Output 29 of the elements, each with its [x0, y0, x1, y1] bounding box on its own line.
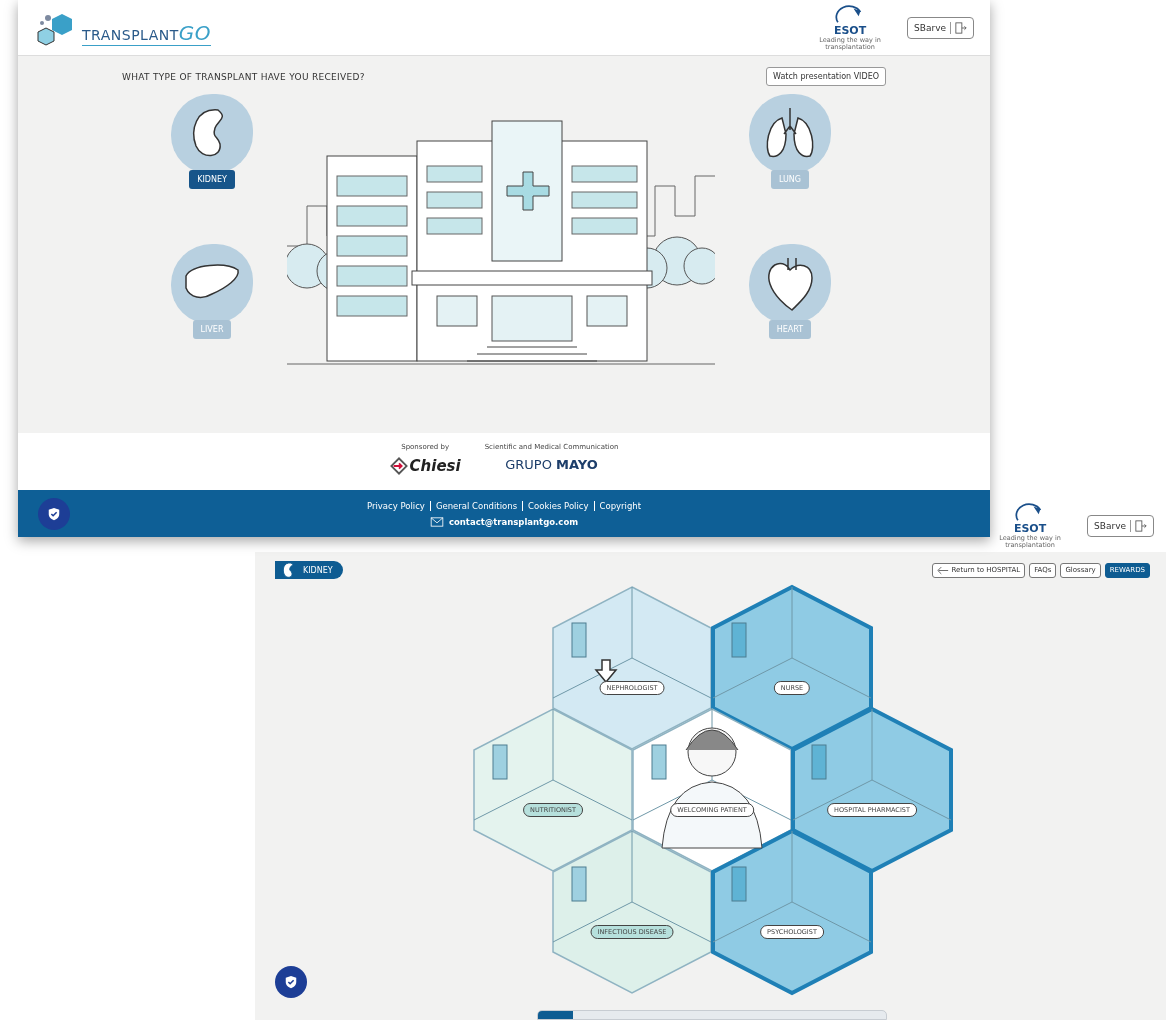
email-link[interactable]: contact@transplantgo.com: [448, 516, 579, 527]
shield-icon: [47, 507, 61, 521]
chiesi-wordmark: Chiesi: [409, 457, 461, 475]
envelope-icon: [429, 516, 444, 527]
organ-tab[interactable]: KIDNEY: [189, 170, 235, 189]
esot-name: ESOT: [1013, 523, 1047, 535]
privacy-button[interactable]: [38, 498, 70, 530]
room-drawing[interactable]: [711, 828, 873, 996]
footer-link[interactable]: Copyright: [599, 500, 642, 511]
logout-icon: [1130, 520, 1147, 532]
room-drawing[interactable]: [711, 584, 873, 752]
user-button[interactable]: SBarve: [1087, 515, 1154, 537]
organ-badge[interactable]: KIDNEY: [275, 561, 343, 579]
footer-link[interactable]: Privacy Policy: [366, 500, 425, 511]
logo-wordmark: TRANSPLANTGO: [82, 20, 212, 46]
grupo-mayo-logo: GRUPO MAYO: [505, 457, 598, 472]
room-drawing[interactable]: [552, 586, 712, 750]
esot-name: ESOT: [833, 24, 867, 37]
footer-link[interactable]: Cookies Policy: [528, 500, 589, 511]
question-text: WHAT TYPE OF TRANSPLANT HAVE YOU RECEIVED?: [122, 71, 365, 82]
room-drawing[interactable]: [552, 830, 712, 994]
footer-link[interactable]: General Conditions: [435, 500, 518, 511]
logout-icon: [950, 21, 967, 34]
organ-badge-label: KIDNEY: [303, 565, 333, 575]
shield-icon: [284, 975, 298, 989]
back-arrow-icon: [936, 565, 949, 575]
user-button[interactable]: SBarve: [907, 16, 974, 39]
video-button[interactable]: Watch presentation VIDEO: [766, 67, 886, 86]
privacy-button[interactable]: [275, 966, 307, 998]
